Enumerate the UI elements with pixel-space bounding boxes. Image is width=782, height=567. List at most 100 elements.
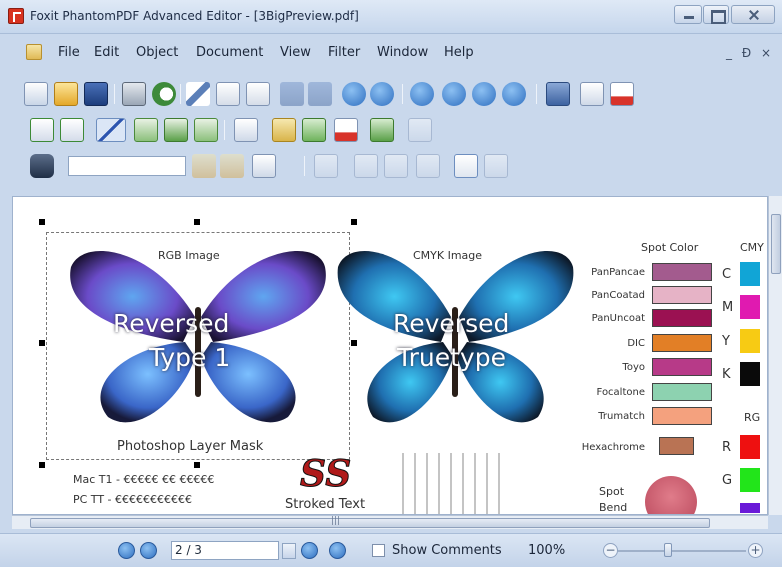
find-next-icon[interactable] [220,154,244,178]
text-tool-icon[interactable] [30,118,54,142]
shading-tool-icon[interactable] [164,118,188,142]
spot-swatch-panpancae[interactable] [652,263,712,281]
align-icon[interactable] [408,118,432,142]
spot-swatch-focaltone[interactable] [652,383,712,401]
spot-swatch-pancoatad[interactable] [652,286,712,304]
zoom-in-icon[interactable] [342,82,366,106]
ss-stroked-logo[interactable]: SS [299,453,351,496]
object-properties-icon[interactable] [234,118,258,142]
redo-icon[interactable] [308,82,332,106]
zoom-in-button[interactable]: + [748,543,763,558]
undo-icon[interactable] [280,82,304,106]
menu-window[interactable]: Window [377,45,428,60]
last-page-icon[interactable] [502,82,526,106]
horizontal-scroll-thumb[interactable]: ||| [30,516,710,528]
blue-swatch[interactable] [740,503,760,513]
cyan-swatch[interactable] [740,262,760,286]
spot-swatch-trumatch[interactable] [652,407,712,425]
resize-handle[interactable] [39,340,45,346]
menu-filter[interactable]: Filter [328,45,360,60]
search-input[interactable] [68,156,186,176]
font-tool-icon[interactable] [454,154,478,178]
text-split-icon[interactable] [354,154,378,178]
resize-handle[interactable] [194,219,200,225]
menu-help[interactable]: Help [444,45,474,60]
spot-blend-circle[interactable] [645,476,697,514]
resize-handle[interactable] [39,219,45,225]
reload-icon[interactable] [152,82,176,106]
select-text-icon[interactable] [252,154,276,178]
image-tool-icon[interactable] [134,118,158,142]
delete-object-icon[interactable] [334,118,358,142]
mac-t1-text[interactable]: Mac T1 - €€€€€ €€ €€€€€ [73,473,214,486]
red-swatch[interactable] [740,435,760,459]
vertical-scroll-thumb[interactable] [771,214,781,274]
show-comments-checkbox[interactable] [372,544,385,557]
reversed-type1-line1[interactable]: Reversed [113,309,229,339]
text-format-icon[interactable] [416,154,440,178]
document-window-controls[interactable]: _ Ɖ × [726,46,774,60]
export-icon[interactable] [370,118,394,142]
previous-page-icon[interactable] [442,82,466,106]
first-page-icon[interactable] [410,82,434,106]
reversed-truetype-line2[interactable]: Truetype [397,343,506,373]
previous-page-button[interactable] [140,542,157,559]
insert-page-icon[interactable] [580,82,604,106]
reversed-truetype-line1[interactable]: Reversed [393,309,509,339]
save-icon[interactable] [84,82,108,106]
send-backward-icon[interactable] [302,118,326,142]
spot-swatch-panuncoat[interactable] [652,309,712,327]
page-number-input[interactable]: 2 / 3 [171,541,279,560]
print-icon[interactable] [122,82,146,106]
menu-file[interactable]: File [58,45,80,60]
zoom-out-button[interactable]: − [603,543,618,558]
next-page-button[interactable] [301,542,318,559]
resize-handle[interactable] [194,462,200,468]
text-box-icon[interactable] [314,154,338,178]
resize-handle[interactable] [351,219,357,225]
maximize-button[interactable] [703,5,729,24]
zoom-out-icon[interactable] [370,82,394,106]
menu-document[interactable]: Document [196,45,263,60]
spot-swatch-hexachrome[interactable] [659,437,694,455]
menu-edit[interactable]: Edit [94,45,119,60]
find-previous-icon[interactable] [192,154,216,178]
first-page-button[interactable] [118,542,135,559]
bring-forward-icon[interactable] [272,118,296,142]
pc-tt-text[interactable]: PC TT - €€€€€€€€€€€ [73,493,192,506]
horizontal-scrollbar[interactable]: ||| [12,515,768,529]
column-tool-icon[interactable] [484,154,508,178]
zoom-slider-track[interactable] [618,550,746,552]
page-layout-icon[interactable] [546,82,570,106]
page-dropdown-button[interactable] [282,543,296,559]
text-merge-icon[interactable] [384,154,408,178]
document-menu-icon[interactable] [26,44,42,60]
open-folder-icon[interactable] [54,82,78,106]
black-swatch[interactable] [740,362,760,386]
document-canvas[interactable]: RGB Image Reversed Type 1 Photoshop Laye… [12,196,768,515]
zoom-slider-thumb[interactable] [664,543,672,557]
spot-swatch-toyo[interactable] [652,358,712,376]
resize-handle[interactable] [39,462,45,468]
magenta-swatch[interactable] [740,295,760,319]
yellow-swatch[interactable] [740,329,760,353]
spot-swatch-dic[interactable] [652,334,712,352]
minimize-button[interactable] [674,5,702,24]
close-button[interactable] [731,5,775,24]
binoculars-find-icon[interactable] [30,154,54,178]
menu-object[interactable]: Object [136,45,178,60]
vertical-scrollbar[interactable] [768,196,782,515]
last-page-button[interactable] [329,542,346,559]
reversed-type1-line2[interactable]: Type 1 [149,343,230,373]
paste-icon[interactable] [246,82,270,106]
line-tool-icon[interactable] [96,118,126,142]
path-tool-icon[interactable] [194,118,218,142]
rectangle-tool-icon[interactable] [60,118,84,142]
delete-page-icon[interactable] [610,82,634,106]
menu-view[interactable]: View [280,45,311,60]
new-document-icon[interactable] [24,82,48,106]
next-page-icon[interactable] [472,82,496,106]
cut-icon[interactable] [186,82,210,106]
green-swatch[interactable] [740,468,760,492]
copy-icon[interactable] [216,82,240,106]
